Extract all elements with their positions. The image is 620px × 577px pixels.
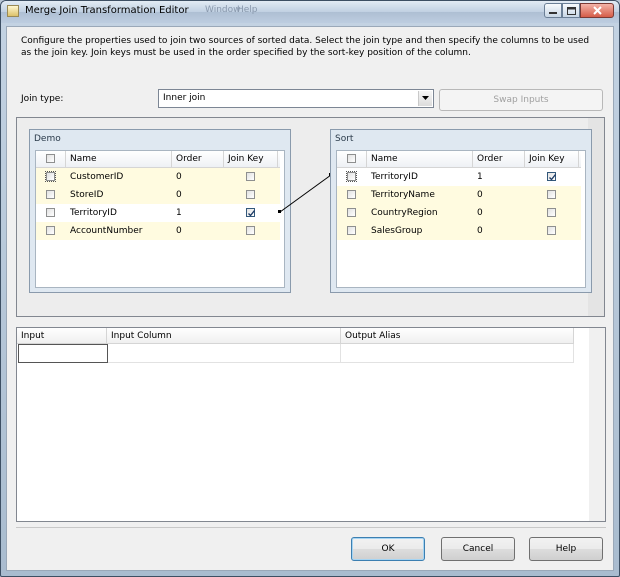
checkmark-icon [549, 174, 557, 181]
maximize-button[interactable] [562, 3, 580, 18]
sort-row[interactable]: SalesGroup 0 [337, 222, 581, 240]
sort-row-join-key-checkbox[interactable] [547, 190, 556, 199]
maximize-icon [566, 6, 576, 15]
sort-row-order: 0 [477, 208, 483, 218]
mapping-header-input[interactable]: Input [17, 328, 107, 344]
close-icon [592, 6, 602, 15]
window-title: Merge Join Transformation Editor [25, 5, 189, 16]
sort-row-name: TerritoryID [371, 172, 418, 182]
mapping-scroll-area [589, 328, 605, 521]
background-menu-window: Window [205, 5, 241, 15]
minimize-button[interactable] [544, 3, 562, 18]
sort-row-name: SalesGroup [371, 226, 423, 236]
join-type-value: Inner join [163, 93, 206, 103]
sort-header-order: Order [473, 151, 525, 167]
sort-grid-header: Name Order Join Key [337, 151, 581, 168]
minimize-icon [549, 11, 557, 14]
sort-row-name: TerritoryName [371, 190, 435, 200]
sort-header-join-key: Join Key [525, 151, 579, 167]
sort-row-include-checkbox[interactable] [347, 190, 356, 199]
sort-row[interactable]: TerritoryID 1 [337, 168, 581, 186]
sort-select-all-cell [337, 151, 367, 167]
sort-input-table[interactable]: Sort Name Order Join Key TerritoryID 1 T… [330, 129, 592, 293]
mapping-header-output-alias[interactable]: Output Alias [341, 328, 574, 344]
mapping-new-row-input-column-cell[interactable] [108, 344, 341, 363]
mapping-new-row-input-cell[interactable] [18, 344, 108, 363]
title-bar[interactable]: Merge Join Transformation Editor Window … [1, 1, 619, 23]
sort-row[interactable]: CountryRegion 0 [337, 204, 581, 222]
dialog-client-area: Configure the properties used to join tw… [6, 26, 614, 571]
description-text: Configure the properties used to join tw… [21, 36, 590, 58]
chevron-down-icon [422, 96, 429, 100]
sort-row-include-checkbox[interactable] [346, 171, 357, 182]
help-button[interactable]: Help [529, 537, 603, 561]
sort-header-name: Name [367, 151, 473, 167]
sort-row-order: 0 [477, 190, 483, 200]
sort-row-join-key-checkbox[interactable] [547, 226, 556, 235]
join-type-dropdown[interactable]: Inner join [158, 89, 434, 108]
sort-row-order: 1 [477, 172, 483, 182]
background-menu-help: Help [237, 5, 258, 15]
sort-row-include-checkbox[interactable] [347, 226, 356, 235]
app-icon [7, 5, 19, 17]
sort-table-title: Sort [335, 134, 354, 144]
sort-column-grid: Name Order Join Key TerritoryID 1 Territ… [336, 150, 586, 288]
mapping-new-row-output-alias-cell[interactable] [341, 344, 574, 363]
dialog-window: Merge Join Transformation Editor Window … [0, 0, 620, 577]
sort-row-include-checkbox[interactable] [347, 208, 356, 217]
sort-row-join-key-checkbox[interactable] [547, 208, 556, 217]
close-button[interactable] [580, 3, 614, 18]
sort-select-all-checkbox[interactable] [347, 154, 356, 163]
sort-row-order: 0 [477, 226, 483, 236]
join-diagram: Demo Name Order Join Key CustomerID 0 St… [16, 117, 605, 317]
output-mapping-grid: Input Input Column Output Alias [16, 327, 606, 522]
sort-row[interactable]: TerritoryName 0 [337, 186, 581, 204]
mapping-header-input-column[interactable]: Input Column [107, 328, 341, 344]
dropdown-arrow[interactable] [418, 91, 432, 106]
button-separator [16, 527, 606, 528]
sort-row-join-key-checkbox[interactable] [547, 172, 557, 181]
cancel-button[interactable]: Cancel [441, 537, 515, 561]
sort-row-name: CountryRegion [371, 208, 438, 218]
ok-button[interactable]: OK [351, 537, 425, 561]
join-type-label: Join type: [21, 94, 64, 104]
swap-inputs-button[interactable]: Swap Inputs [439, 89, 603, 111]
